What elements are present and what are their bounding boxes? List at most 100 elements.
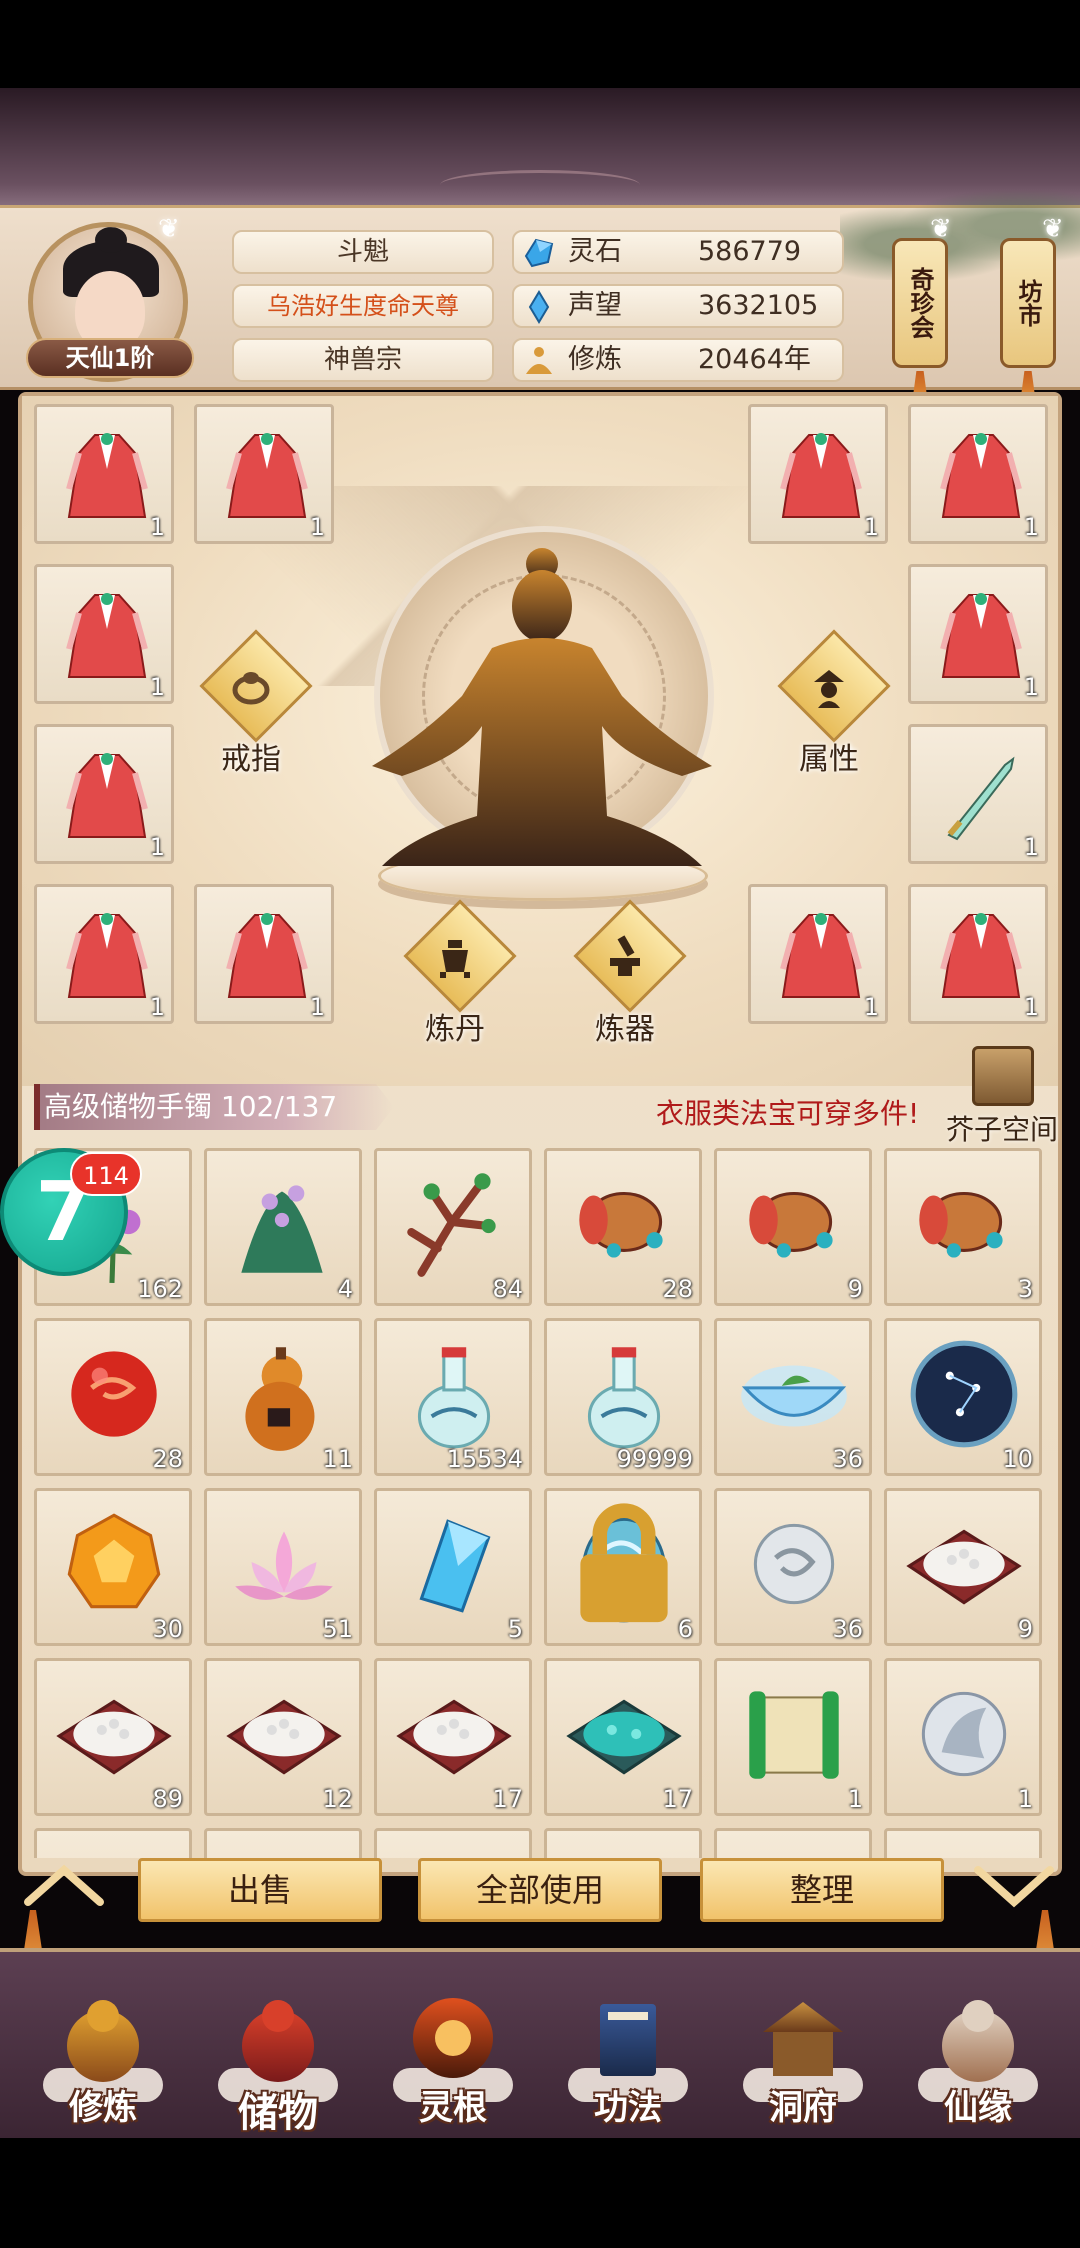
scroll-jar-icon	[919, 1191, 1003, 1258]
inventory-item[interactable]: 9	[714, 1148, 872, 1306]
player-title: 乌浩好生度命天尊	[232, 284, 494, 328]
equip-slot-robe[interactable]: 1	[748, 404, 888, 544]
inventory-actions: 出售 全部使用 整理	[0, 1840, 1080, 1930]
inventory-item[interactable]: 36	[714, 1318, 872, 1476]
robe-icon	[226, 433, 308, 518]
item-count: 9	[847, 1275, 863, 1303]
equip-slot-robe[interactable]: 1	[194, 404, 334, 544]
item-count: 36	[832, 1615, 863, 1643]
potion-vase-icon	[587, 1347, 661, 1449]
inventory-item[interactable]: 30	[34, 1488, 192, 1646]
market-button[interactable]: 坊市	[1000, 238, 1056, 411]
nav-item[interactable]: 储物	[203, 1988, 353, 2138]
rice-tray-icon	[56, 1699, 172, 1775]
equip-slot-robe[interactable]: 1	[748, 884, 888, 1024]
star-map-icon	[910, 1340, 1018, 1448]
scroll-up-arrow-icon[interactable]	[24, 1862, 104, 1910]
sort-button[interactable]: 整理	[700, 1858, 944, 1922]
inventory-item[interactable]: 28	[34, 1318, 192, 1476]
inventory-item[interactable]: 5	[374, 1488, 532, 1646]
nav-item[interactable]: 仙缘	[903, 1988, 1053, 2138]
nav-item[interactable]: 灵根	[378, 1988, 528, 2138]
inventory-item[interactable]: 10	[884, 1318, 1042, 1476]
nav-label: 仙缘	[944, 2088, 1012, 2128]
mustard-space-button[interactable]: 芥子空间	[946, 1046, 1058, 1146]
item-count: 5	[507, 1615, 523, 1643]
inventory-item[interactable]: 99999	[544, 1318, 702, 1476]
green-scroll-icon	[749, 1691, 839, 1779]
equip-slot-sword[interactable]: 1	[908, 724, 1048, 864]
item-count: 162	[137, 1275, 183, 1303]
forge-button[interactable]: 炼器	[570, 899, 687, 1047]
inventory-item[interactable]: 9	[884, 1488, 1042, 1646]
slot-count: 1	[1023, 833, 1039, 861]
attributes-button[interactable]: 属性	[774, 629, 891, 777]
slot-count: 1	[149, 833, 165, 861]
inventory-item[interactable]: 3	[884, 1148, 1042, 1306]
inventory-item[interactable]: 84	[374, 1148, 532, 1306]
stat-value: 586779	[698, 236, 802, 267]
item-count: 28	[662, 1275, 693, 1303]
equip-slot-robe[interactable]: 1	[34, 724, 174, 864]
stat-spirit-stone: 灵石 586779	[512, 230, 844, 274]
butterfly-icon: ❦	[1042, 214, 1064, 244]
inventory-item[interactable]: 11	[204, 1318, 362, 1476]
item-count: 11	[322, 1445, 353, 1473]
treasure-pavilion-label: 奇珍会	[906, 267, 934, 339]
app-root: ❦ 天仙1阶 斗魁 乌浩好生度命天尊 神兽宗 灵石 586779 声望 3632…	[0, 0, 1080, 2248]
scroll-down-arrow-icon[interactable]	[974, 1862, 1054, 1910]
use-all-button[interactable]: 全部使用	[418, 1858, 662, 1922]
cultivation-icon	[526, 347, 552, 374]
inventory-item[interactable]: 36	[714, 1488, 872, 1646]
inventory-item[interactable]: 12	[204, 1658, 362, 1816]
inventory-item[interactable]: 15534	[374, 1318, 532, 1476]
slot-count: 1	[1023, 673, 1039, 701]
inventory-grid[interactable]: 162 4 84 28 9 3 28 11 15534 99999 36 10 30 51 5 6 36 9 89 1…	[34, 1148, 1052, 1858]
slot-count: 1	[149, 513, 165, 541]
equipment-scene	[22, 396, 1058, 1086]
player-sect: 神兽宗	[232, 338, 494, 382]
equip-slot-robe[interactable]: 1	[34, 404, 174, 544]
nav-item[interactable]: 功法	[553, 1988, 703, 2138]
player-header: ❦ 天仙1阶 斗魁 乌浩好生度命天尊 神兽宗 灵石 586779 声望 3632…	[0, 190, 1080, 411]
alchemy-button[interactable]: 炼丹	[400, 899, 517, 1047]
inventory-item[interactable]: 4	[204, 1148, 362, 1306]
alchemy-label: 炼丹	[425, 1012, 485, 1047]
inventory-item[interactable]: 51	[204, 1488, 362, 1646]
item-count: 12	[322, 1785, 353, 1813]
item-count: 1	[1017, 1785, 1033, 1813]
robe-icon	[940, 913, 1022, 998]
item-count: 6	[677, 1615, 693, 1643]
equip-slot-robe[interactable]: 1	[194, 884, 334, 1024]
equip-slot-robe[interactable]: 1	[908, 404, 1048, 544]
equip-slot-robe[interactable]: 1	[34, 884, 174, 1024]
inventory-item[interactable]: 17	[544, 1658, 702, 1816]
ring-button[interactable]: 戒指	[196, 629, 313, 777]
robe-icon	[66, 593, 148, 678]
nav-item[interactable]: 洞府	[728, 1988, 878, 2138]
equip-slot-robe[interactable]: 1	[908, 564, 1048, 704]
inventory-item[interactable]: 6	[544, 1488, 702, 1646]
notification-count-badge: 114	[70, 1152, 142, 1196]
stat-label: 声望	[568, 290, 622, 321]
storage-bracelet-label: 高级储物手镯 102/137	[34, 1084, 394, 1130]
equip-slot-robe[interactable]: 1	[908, 884, 1048, 1024]
inventory-item[interactable]: 89	[34, 1658, 192, 1816]
inventory-item[interactable]: 28	[544, 1148, 702, 1306]
clothing-hint: 衣服类法宝可穿多件!	[656, 1097, 920, 1130]
equip-slot-robe[interactable]: 1	[34, 564, 174, 704]
status-bar	[0, 0, 1080, 88]
market-label: 坊市	[1014, 279, 1042, 327]
teal-grain-icon	[566, 1699, 682, 1775]
item-count: 99999	[616, 1445, 693, 1473]
nav-item[interactable]: 修炼	[28, 1988, 178, 2138]
inventory-item[interactable]: 17	[374, 1658, 532, 1816]
inventory-item[interactable]: 1	[714, 1658, 872, 1816]
treasure-pavilion-button[interactable]: 奇珍会	[892, 238, 948, 411]
item-count: 36	[832, 1445, 863, 1473]
stat-label: 灵石	[568, 236, 622, 267]
sword-icon	[947, 756, 1015, 841]
sell-button[interactable]: 出售	[138, 1858, 382, 1922]
inventory-item[interactable]: 1	[884, 1658, 1042, 1816]
stat-prestige: 声望 3632105	[512, 284, 844, 328]
